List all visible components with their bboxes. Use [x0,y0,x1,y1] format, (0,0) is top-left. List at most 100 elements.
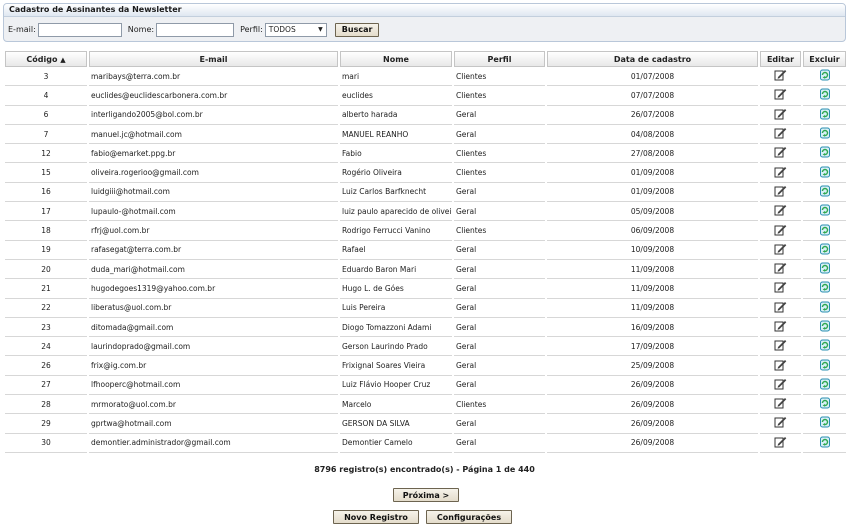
header-email[interactable]: E-mail [89,51,338,67]
cell-name: luiz paulo aparecido de oliveira [340,202,452,222]
cell-email: mrmorato@uol.com.br [89,395,338,415]
edit-icon[interactable] [774,436,787,448]
delete-icon[interactable] [819,436,831,448]
cell-email: euclides@euclidescarbonera.com.br [89,86,338,106]
edit-cell [760,259,801,280]
cell-date: 26/09/2008 [547,414,758,434]
cell-date: 04/08/2008 [547,124,758,145]
delete-icon[interactable] [819,359,831,371]
edit-cell [760,240,801,260]
table-row: 18 rfrj@uol.com.br Rodrigo Ferrucci Vanino… [5,221,846,241]
cell-date: 11/09/2008 [547,298,758,318]
edit-icon[interactable] [774,281,787,293]
cell-date: 26/07/2008 [547,105,758,125]
header-name[interactable]: Nome [340,51,452,67]
delete-icon[interactable] [819,416,831,428]
edit-icon[interactable] [774,146,787,158]
cell-profile: Geral [454,337,545,357]
subscribers-table: Código ▲ E-mail Nome Perfil Data de cada… [3,51,848,453]
edit-cell [760,67,801,87]
header-code[interactable]: Código ▲ [5,51,87,67]
email-label: E-mail: [8,25,36,34]
delete-icon[interactable] [819,262,831,274]
edit-icon[interactable] [774,301,787,313]
edit-icon[interactable] [774,185,787,197]
cell-name: Rodrigo Ferrucci Vanino [340,221,452,241]
edit-icon[interactable] [774,108,787,120]
header-profile[interactable]: Perfil [454,51,545,67]
next-page-button[interactable]: Próxima > [393,488,459,502]
delete-icon[interactable] [819,185,831,197]
cell-date: 01/07/2008 [547,67,758,87]
cell-code: 30 [5,433,87,453]
cell-code: 29 [5,414,87,434]
cell-email: gprtwa@hotmail.com [89,414,338,434]
edit-cell [760,221,801,241]
edit-icon[interactable] [774,320,787,332]
cell-code: 27 [5,375,87,396]
cell-profile: Clientes [454,86,545,106]
edit-icon[interactable] [774,224,787,236]
table-row: 16 luidgiii@hotmail.com Luiz Carlos Barfkn… [5,182,846,203]
edit-cell [760,202,801,222]
delete-icon[interactable] [819,397,831,409]
delete-icon[interactable] [819,281,831,293]
table-row: 15 oliveira.rogerioo@gmail.com Rogério Oli… [5,163,846,183]
delete-icon[interactable] [819,69,831,81]
table-row: 23 ditomada@gmail.com Diogo Tomazzoni Adam… [5,317,846,338]
delete-icon[interactable] [819,378,831,390]
new-record-button[interactable]: Novo Registro [333,510,419,524]
cell-name: Marcelo [340,395,452,415]
edit-icon[interactable] [774,339,787,351]
name-search-input[interactable] [156,22,235,37]
cell-date: 10/09/2008 [547,240,758,260]
edit-icon[interactable] [774,243,787,255]
edit-icon[interactable] [774,69,787,81]
edit-icon[interactable] [774,397,787,409]
table-row: 22 liberatus@uol.com.br Luis Pereira Geral 1… [5,298,846,318]
edit-icon[interactable] [774,416,787,428]
email-search-input[interactable] [37,22,122,37]
cell-name: Rafael [340,240,452,260]
delete-icon[interactable] [819,224,831,236]
cell-email: frix@ig.com.br [89,356,338,376]
filter-bar: E-mail: Nome: Perfil: TODOS ▼ Buscar [4,17,845,41]
cell-code: 18 [5,221,87,241]
edit-icon[interactable] [774,166,787,178]
edit-icon[interactable] [774,204,787,216]
cell-date: 11/09/2008 [547,279,758,299]
edit-icon[interactable] [774,262,787,274]
cell-date: 01/09/2008 [547,182,758,203]
table-row: 4 euclides@euclidescarbonera.com.br euclid… [5,86,846,106]
delete-cell [803,163,846,183]
delete-icon[interactable] [819,320,831,332]
delete-icon[interactable] [819,127,831,139]
delete-icon[interactable] [819,146,831,158]
delete-icon[interactable] [819,88,831,100]
edit-icon[interactable] [774,378,787,390]
delete-icon[interactable] [819,166,831,178]
delete-icon[interactable] [819,301,831,313]
delete-icon[interactable] [819,243,831,255]
cell-name: Rogério Oliveira [340,163,452,183]
table-row: 24 laurindoprado@gmail.com Gerson Laurindo… [5,337,846,357]
search-button[interactable]: Buscar [334,22,380,37]
delete-cell [803,414,846,434]
settings-button[interactable]: Configurações [426,510,512,524]
edit-icon[interactable] [774,88,787,100]
header-date[interactable]: Data de cadastro [547,51,758,67]
edit-icon[interactable] [774,359,787,371]
delete-icon[interactable] [819,339,831,351]
edit-cell [760,375,801,396]
sort-ascending-icon: ▲ [60,55,66,64]
cell-profile: Geral [454,124,545,145]
cell-email: duda_mari@hotmail.com [89,259,338,280]
cell-date: 07/07/2008 [547,86,758,106]
delete-cell [803,67,846,87]
profile-select[interactable]: TODOS ▼ [264,22,327,37]
edit-icon[interactable] [774,127,787,139]
header-edit: Editar [760,51,801,67]
delete-icon[interactable] [819,108,831,120]
delete-icon[interactable] [819,204,831,216]
delete-cell [803,279,846,299]
